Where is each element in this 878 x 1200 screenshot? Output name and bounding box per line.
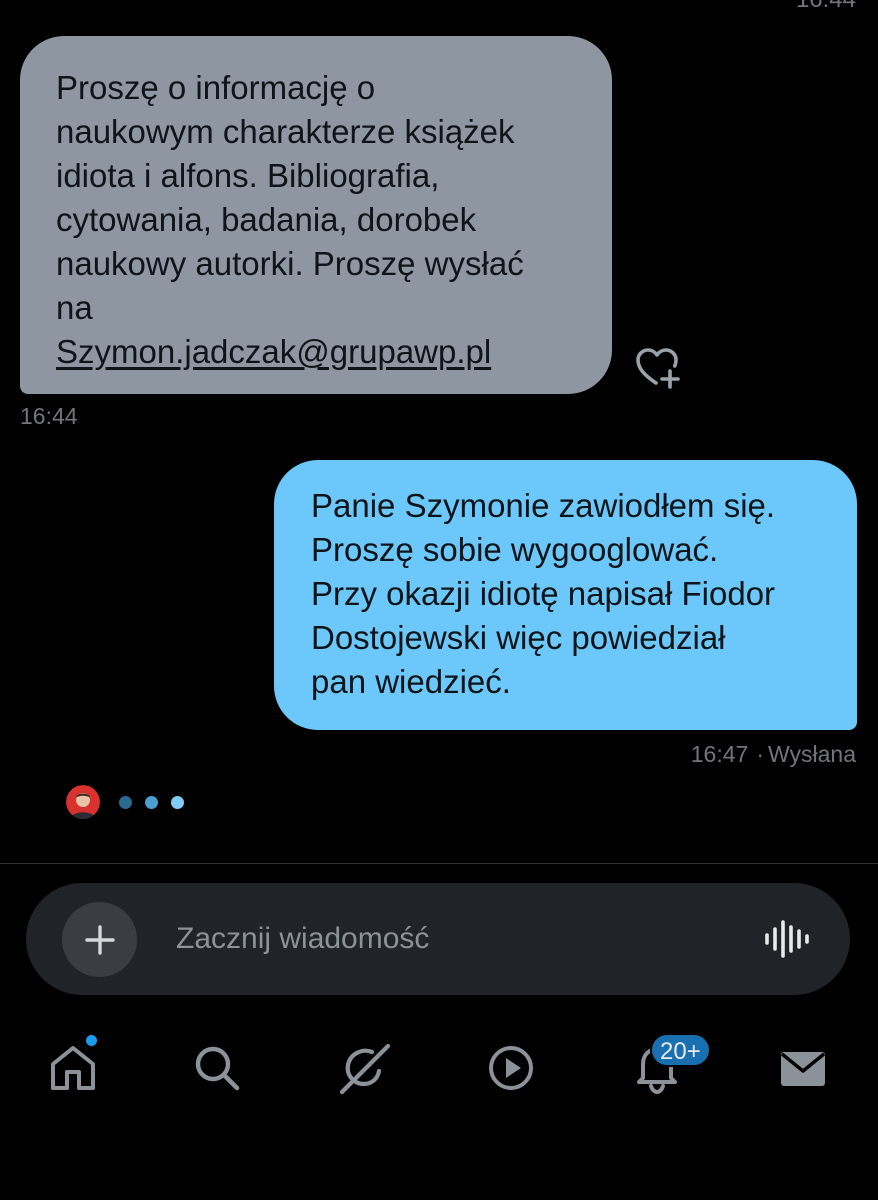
composer-divider [0,863,878,864]
add-attachment-button[interactable] [62,902,137,977]
typing-dot [145,795,158,809]
typing-indicator [66,785,197,819]
play-icon [489,1046,533,1090]
heart-plus-icon[interactable] [634,345,682,389]
message-line: naukowym charakterze książek [56,113,515,150]
nav-search[interactable] [185,1030,249,1106]
previous-timestamp: 16:44 [796,0,856,14]
search-icon [195,1046,240,1091]
home-notification-dot [86,1035,97,1046]
outgoing-message-bubble[interactable]: Panie Szymonie zawiodłem się. Proszę sob… [274,460,857,730]
incoming-timestamp: 16:44 [20,403,78,429]
typing-dot [119,795,132,809]
outgoing-status: 16:47 · Wysłana [691,741,856,768]
message-line: Przy okazji idiotę napisał Fiodor [311,575,776,612]
nav-messages[interactable] [771,1030,835,1106]
outgoing-timestamp: 16:47 [690,741,749,767]
email-link[interactable]: Szymon.jadczak@grupawp.pl [56,330,582,374]
message-line: pan wiedzieć. [311,663,511,700]
message-line: Panie Szymonie zawiodłem się. [311,487,776,524]
message-composer [26,883,850,995]
status-separator: · [756,741,764,767]
voice-message-button[interactable] [764,920,810,958]
message-input[interactable] [176,917,716,961]
message-line: na [56,289,93,326]
bottom-navigation [0,1030,878,1110]
message-line: Proszę sobie wygooglować. [311,531,719,568]
mail-icon [780,1052,826,1086]
sent-status: Wysłana [768,741,856,767]
nav-video[interactable] [479,1030,543,1106]
incoming-message-bubble[interactable]: Proszę o informację o naukowym charakter… [20,36,612,394]
voice-wave-icon [765,920,809,958]
nav-grok[interactable] [332,1030,396,1106]
notifications-badge: 20+ [650,1033,711,1067]
message-line: Dostojewski więc powiedział [311,619,726,656]
home-icon [51,1046,95,1090]
avatar[interactable] [66,785,100,819]
typing-dot [171,795,184,809]
message-line: cytowania, badania, dorobek [56,201,477,238]
message-line: Proszę o informację o [56,69,376,106]
message-line: naukowy autorki. Proszę wysłać [56,245,524,282]
plus-icon [84,924,115,955]
message-line: idiota i alfons. Bibliografia, [56,157,440,194]
grok-icon [339,1043,391,1095]
